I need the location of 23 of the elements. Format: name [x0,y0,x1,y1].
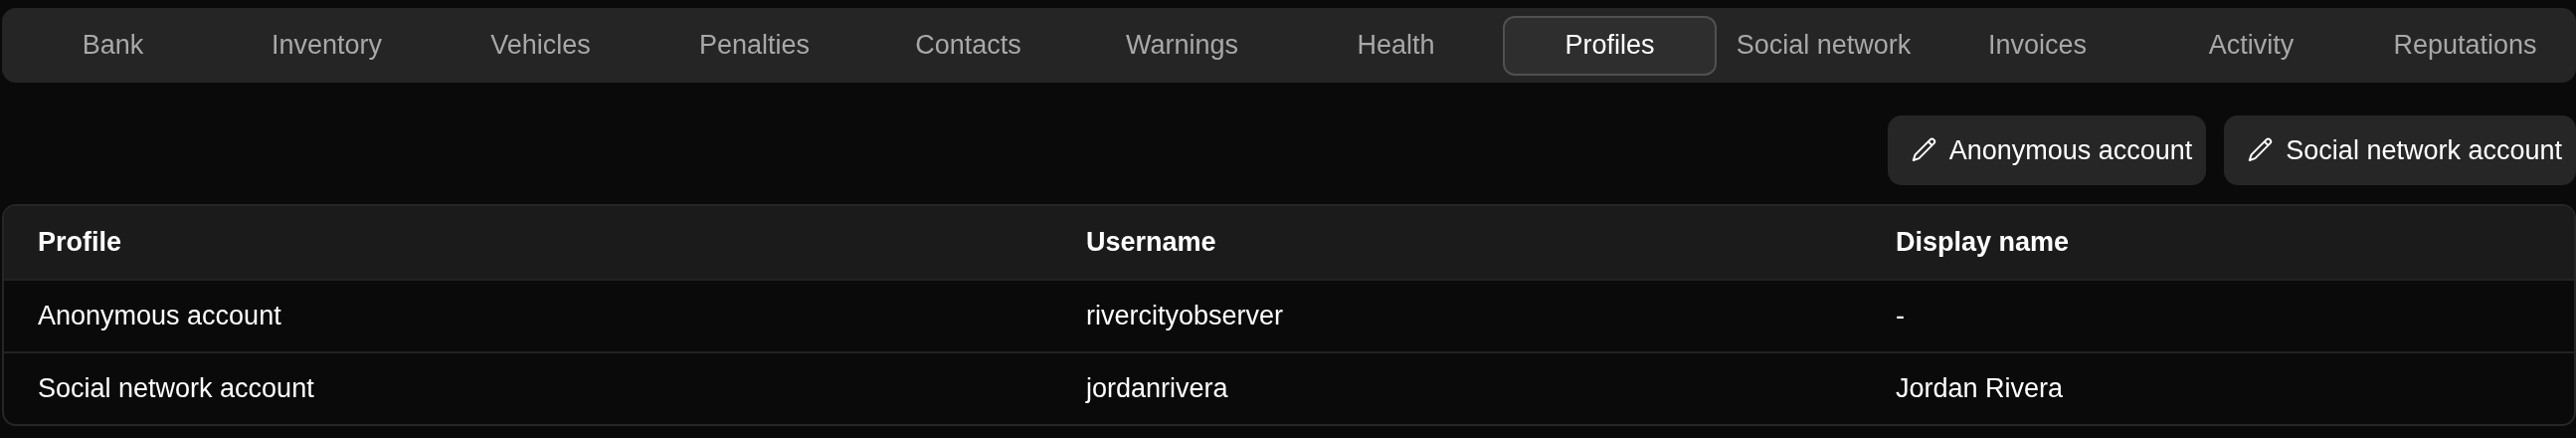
edit-account-button[interactable]: Social network account [2224,115,2576,185]
tab[interactable]: Reputations [2358,15,2572,76]
column-header: Profile [38,227,122,258]
tab[interactable]: Warnings [1075,15,1289,76]
table-cell: - [1896,301,1905,331]
tab[interactable]: Activity [2144,15,2358,76]
column-header: Display name [1896,227,2070,258]
tab[interactable]: Contacts [861,15,1075,76]
tab[interactable]: Social network [1717,15,1931,76]
tab[interactable]: Bank [6,15,220,76]
tab[interactable]: Vehicles [434,15,647,76]
table-cell: rivercityobserver [1086,301,1284,331]
tab[interactable]: Health [1289,15,1503,76]
tab[interactable]: Penalties [647,15,861,76]
tab[interactable]: Profiles [1503,15,1717,76]
tab[interactable]: Inventory [220,15,434,76]
table-cell: Social network account [38,373,314,404]
table-cell: Anonymous account [38,301,281,331]
column-header: Username [1086,227,1216,258]
table-cell: jordanrivera [1086,373,1228,404]
edit-account-button[interactable]: Anonymous account [1887,115,2207,185]
table-cell: Jordan Rivera [1896,373,2064,404]
tab[interactable]: Invoices [1931,15,2144,76]
